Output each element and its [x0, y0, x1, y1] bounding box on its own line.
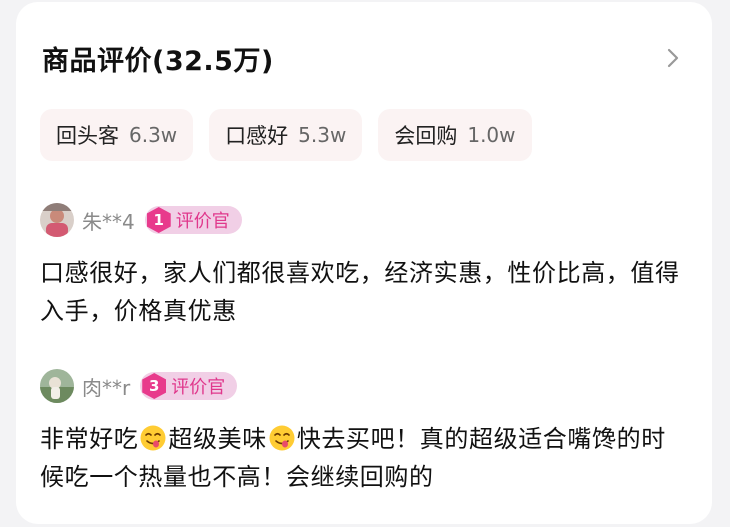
review-user-row: 朱**4 1 评价官 [40, 200, 688, 240]
review-user-row: 肉**r 3 评价官 [40, 366, 688, 406]
review-item[interactable]: 肉**r 3 评价官 非常好吃 超级美味 快去买吧！真的超级适合嘴馋的时候吃一个热量… [40, 366, 688, 496]
tag-good-taste[interactable]: 口感好 5.3w [209, 109, 363, 161]
review-text-part: 超级美味 [168, 425, 267, 453]
chevron-right-icon[interactable] [660, 45, 686, 71]
avatar[interactable] [40, 203, 74, 237]
username: 肉**r [82, 375, 131, 400]
yum-face-emoji-icon [139, 424, 167, 452]
tag-count: 1.0w [467, 123, 516, 147]
tag-returning-customer[interactable]: 回头客 6.3w [40, 109, 194, 161]
review-text: 口感很好，家人们都很喜欢吃，经济实惠，性价比高，值得入手，价格真优惠 [40, 259, 680, 325]
badge-label: 评价官 [171, 377, 226, 398]
avatar[interactable] [40, 369, 74, 403]
review-item[interactable]: 朱**4 1 评价官 口感很好，家人们都很喜欢吃，经济实惠，性价比高，值得入手，… [40, 200, 688, 330]
reviewer-badge: 3 评价官 [140, 372, 238, 400]
review-text-part: 非常好吃 [40, 425, 139, 453]
reviews-title: 商品评价(32.5万) [42, 45, 274, 77]
badge-level: 3 [142, 373, 167, 399]
tag-label: 回头客 [56, 124, 119, 148]
tag-label: 口感好 [225, 124, 289, 148]
badge-level: 1 [146, 207, 171, 233]
tag-count: 6.3w [129, 123, 178, 147]
reviews-header[interactable]: 商品评价(32.5万) [42, 38, 686, 78]
reviewer-badge: 1 评价官 [144, 206, 242, 234]
badge-label: 评价官 [175, 211, 230, 232]
review-tags: 回头客 6.3w 口感好 5.3w 会回购 1.0w [40, 109, 532, 161]
tag-label: 会回购 [394, 124, 458, 148]
username: 朱**4 [82, 209, 135, 234]
tag-count: 5.3w [298, 123, 347, 147]
review-text: 非常好吃 超级美味 快去买吧！真的超级适合嘴馋的时候吃一个热量也不高！会继续回购的 [40, 420, 688, 496]
yum-face-emoji-icon [268, 424, 296, 452]
tag-will-repurchase[interactable]: 会回购 1.0w [378, 109, 532, 161]
reviews-card: 商品评价(32.5万) 回头客 6.3w 口感好 5.3w 会回购 1.0w 朱… [16, 2, 712, 524]
